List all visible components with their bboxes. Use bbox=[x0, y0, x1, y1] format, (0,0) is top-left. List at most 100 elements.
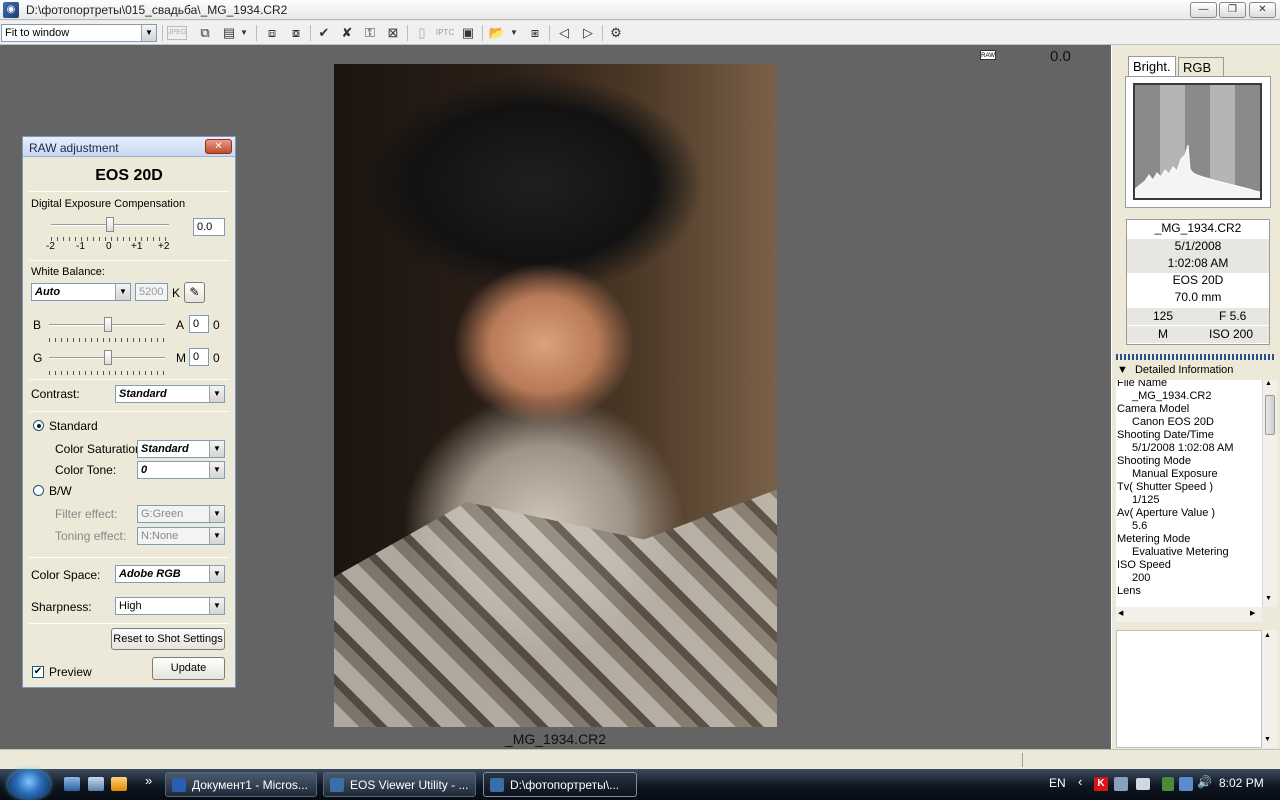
scroll-down-icon[interactable]: ▼ bbox=[1265, 595, 1272, 602]
volume-icon[interactable]: 🔊 bbox=[1197, 775, 1212, 789]
info-aperture: F 5.6 bbox=[1219, 309, 1247, 323]
restore-button[interactable]: ❐ bbox=[1219, 2, 1246, 18]
taskbar-item-viewer-window[interactable]: D:\фотопортреты\... bbox=[483, 772, 637, 797]
sharpness-select[interactable]: High ▼ bbox=[115, 597, 225, 615]
settings-icon[interactable]: ⚙ bbox=[606, 24, 626, 42]
g-label: G bbox=[33, 351, 43, 365]
jpeg-icon[interactable]: JPEG bbox=[167, 26, 187, 40]
tab-brightness[interactable]: Bright. bbox=[1128, 56, 1176, 76]
ba-value-field[interactable]: 0 bbox=[189, 315, 209, 333]
image-icon[interactable]: ▣ bbox=[458, 24, 478, 42]
close-icon[interactable]: ✕ bbox=[205, 139, 232, 154]
scroll-right-icon[interactable]: ▶ bbox=[1250, 609, 1255, 617]
eos-viewer-icon bbox=[490, 778, 504, 792]
minimize-button[interactable]: — bbox=[1190, 2, 1217, 18]
white-balance-select[interactable]: Auto ▼ bbox=[31, 283, 131, 301]
gm-value-field[interactable]: 0 bbox=[189, 348, 209, 366]
switch-windows-icon[interactable] bbox=[88, 777, 104, 791]
taskbar-item-word[interactable]: Документ1 - Micros... bbox=[165, 772, 317, 797]
taskbar-item-label: EOS Viewer Utility - ... bbox=[350, 778, 469, 792]
reset-shot-settings-button[interactable]: Reset to Shot Settings bbox=[111, 628, 225, 650]
filter-effect-select[interactable]: G:Green ▼ bbox=[137, 505, 225, 523]
toolbar-separator bbox=[162, 25, 163, 41]
tab-rgb[interactable]: RGB bbox=[1178, 57, 1224, 77]
eyedropper-icon[interactable]: ✎ bbox=[184, 282, 205, 303]
gm-slider-thumb[interactable] bbox=[104, 350, 112, 365]
folder-icon[interactable]: 📂 bbox=[487, 24, 507, 42]
copy-icon[interactable]: ⧉ bbox=[195, 24, 215, 42]
notes-area[interactable] bbox=[1116, 630, 1262, 748]
info-file-name: _MG_1934.CR2 bbox=[1154, 221, 1242, 235]
uncheck-icon[interactable]: ✘ bbox=[337, 24, 357, 42]
clock[interactable]: 8:02 PM bbox=[1219, 776, 1264, 790]
stack-icon[interactable]: ⧆ bbox=[525, 24, 545, 42]
previous-icon[interactable]: ◁ bbox=[554, 24, 574, 42]
start-button[interactable] bbox=[8, 770, 50, 799]
info-exposure-row: 125 F 5.6 bbox=[1127, 308, 1269, 325]
toning-effect-value: N:None bbox=[141, 530, 179, 542]
panel-title-bar[interactable]: RAW adjustment ✕ bbox=[23, 137, 235, 157]
scroll-thumb[interactable] bbox=[1265, 395, 1275, 435]
antivirus-icon[interactable]: K bbox=[1094, 777, 1108, 791]
sync-icon[interactable]: ⧇ bbox=[286, 24, 306, 42]
scroll-left-icon[interactable]: ◀ bbox=[1118, 609, 1123, 617]
close-button[interactable]: ✕ bbox=[1249, 2, 1276, 18]
taskbar-item-label: Документ1 - Micros... bbox=[192, 778, 308, 792]
chevron-down-icon[interactable]: ▼ bbox=[238, 24, 250, 42]
color-tone-select[interactable]: 0 ▼ bbox=[137, 461, 225, 479]
photo-shirt-area bbox=[334, 489, 777, 727]
network-icon[interactable] bbox=[1179, 777, 1193, 791]
scroll-up-icon[interactable]: ▲ bbox=[1264, 632, 1271, 639]
preview-checkbox[interactable]: ✔ bbox=[32, 666, 44, 678]
scroll-down-icon[interactable]: ▼ bbox=[1264, 736, 1271, 743]
check-icon[interactable]: ✔ bbox=[314, 24, 334, 42]
media-player-icon[interactable] bbox=[111, 777, 127, 791]
info-shutter: 125 bbox=[1153, 309, 1174, 323]
toning-effect-select[interactable]: N:None ▼ bbox=[137, 527, 225, 545]
view-mode-select[interactable]: Fit to window ▼ bbox=[1, 24, 157, 42]
compare-icon[interactable]: ⧈ bbox=[262, 24, 282, 42]
device-icon[interactable] bbox=[1136, 778, 1150, 790]
tray-expand-icon[interactable]: ‹ bbox=[1078, 774, 1082, 789]
taskbar-item-eos-viewer[interactable]: EOS Viewer Utility - ... bbox=[323, 772, 476, 797]
show-desktop-icon[interactable] bbox=[64, 777, 80, 791]
scroll-up-icon[interactable]: ▲ bbox=[1265, 380, 1272, 387]
exposure-value-field[interactable]: 0.0 bbox=[193, 218, 225, 236]
detail-value: Manual Exposure bbox=[1132, 468, 1218, 480]
iptc-icon[interactable]: IPTC bbox=[435, 24, 455, 42]
chevron-down-icon[interactable]: ▼ bbox=[508, 24, 520, 42]
delete-icon[interactable]: ⊠ bbox=[383, 24, 403, 42]
chevron-down-icon: ▼ bbox=[115, 284, 130, 300]
detail-key: Camera Model bbox=[1117, 403, 1190, 415]
chevron-down-icon: ▼ bbox=[209, 441, 224, 457]
standard-radio[interactable] bbox=[33, 420, 44, 431]
detail-key: Tv( Shutter Speed ) bbox=[1117, 481, 1213, 493]
photo-preview[interactable] bbox=[334, 64, 777, 727]
toolbar-separator bbox=[482, 25, 483, 41]
quicklaunch-more-icon[interactable]: » bbox=[145, 773, 152, 788]
kelvin-field[interactable]: 5200 bbox=[135, 283, 168, 301]
detail-key: File Name bbox=[1117, 380, 1168, 389]
notes-scrollbar[interactable]: ▲ ▼ bbox=[1262, 630, 1277, 748]
app-icon[interactable]: ◉ bbox=[3, 2, 19, 18]
update-button[interactable]: Update bbox=[152, 657, 225, 680]
next-icon[interactable]: ▷ bbox=[578, 24, 598, 42]
contrast-select[interactable]: Standard ▼ bbox=[115, 385, 225, 403]
usb-icon[interactable] bbox=[1162, 777, 1174, 791]
info-icon[interactable]: ▯ bbox=[412, 24, 432, 42]
printer-icon[interactable] bbox=[1114, 777, 1128, 791]
details-scrollbar[interactable]: ▲ ▼ bbox=[1262, 380, 1277, 607]
color-saturation-select[interactable]: Standard ▼ bbox=[137, 440, 225, 458]
rating-strip bbox=[1116, 354, 1276, 360]
language-indicator[interactable]: EN bbox=[1049, 776, 1066, 790]
details-horizontal-scrollbar[interactable]: ◀ ▶ bbox=[1116, 607, 1262, 622]
bw-radio[interactable] bbox=[33, 485, 44, 496]
ba-slider-thumb[interactable] bbox=[104, 317, 112, 332]
details-header[interactable]: ▼ Detailed Information bbox=[1117, 364, 1233, 376]
chevron-down-icon: ▼ bbox=[209, 506, 224, 522]
layout-icon[interactable]: ▤ bbox=[219, 24, 239, 42]
word-icon bbox=[172, 778, 186, 792]
key-icon[interactable]: ⚿ bbox=[360, 24, 380, 42]
exposure-slider-thumb[interactable] bbox=[106, 217, 114, 232]
color-space-select[interactable]: Adobe RGB ▼ bbox=[115, 565, 225, 583]
